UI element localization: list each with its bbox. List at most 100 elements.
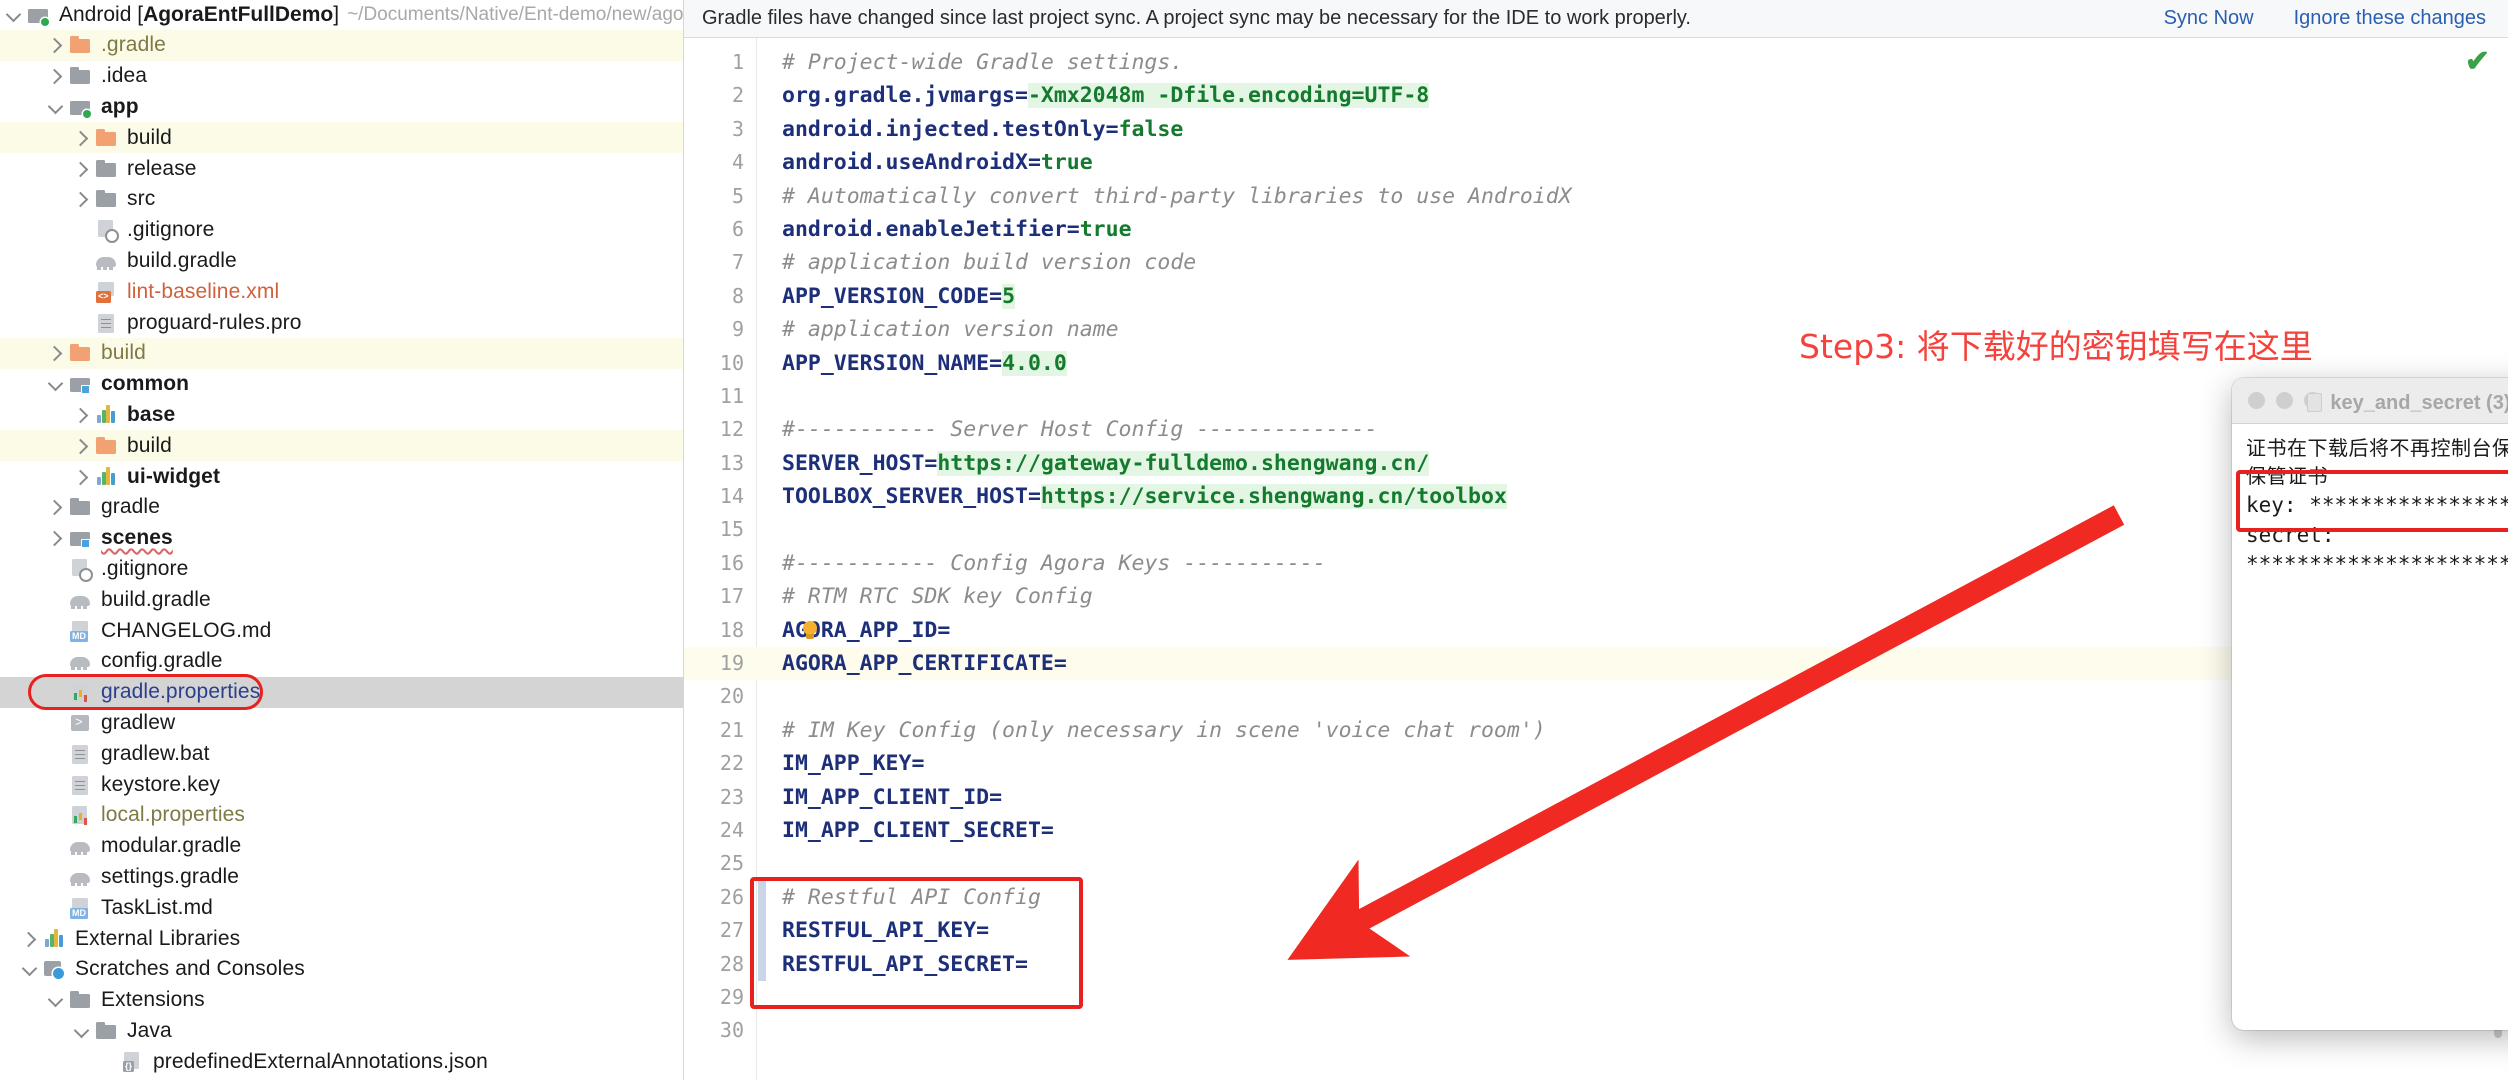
- tree-item-lint-baseline-xml[interactable]: lint-baseline.xml: [0, 276, 683, 307]
- tree-item-build-gradle[interactable]: build.gradle: [0, 246, 683, 277]
- chevron-down-icon[interactable]: [18, 957, 42, 981]
- code-line[interactable]: 3android.injected.testOnly=false: [684, 113, 2508, 146]
- project-root-row[interactable]: Android [AgoraEntFullDemo] ~/Documents/N…: [0, 0, 683, 30]
- tree-item-changelog-md[interactable]: CHANGELOG.md: [0, 615, 683, 646]
- chevron-right-icon[interactable]: [44, 33, 68, 57]
- code-text: # Automatically convert third-party libr…: [782, 180, 1572, 213]
- chevron-right-icon[interactable]: [18, 927, 42, 951]
- popup-text-content[interactable]: 证书在下载后将不再控制台保存或展示，请妥善保管证书 key: *********…: [2232, 424, 2508, 590]
- chevron-down-icon[interactable]: [70, 1019, 94, 1043]
- tree-item-label: build: [127, 434, 172, 458]
- properties-icon: [68, 680, 94, 704]
- popup-notice-line: 证书在下载后将不再控制台保存或展示，请妥善保管证书: [2246, 434, 2508, 491]
- code-line[interactable]: 2org.gradle.jvmargs=-Xmx2048m -Dfile.enc…: [684, 79, 2508, 112]
- tree-item-gradle[interactable]: gradle: [0, 492, 683, 523]
- code-text: #----------- Server Host Config --------…: [782, 413, 1377, 446]
- code-token-comment: #----------- Server Host Config --------…: [782, 417, 1377, 442]
- library-icon: [94, 403, 120, 427]
- line-number: 30: [684, 1014, 744, 1047]
- code-token-eq: =: [1028, 150, 1041, 175]
- tree-item-gradle-properties[interactable]: gradle.properties: [0, 677, 683, 708]
- text-editor-popup-window[interactable]: key_and_secret (3).txt — 已编辑 证书在下载后将不再控制…: [2232, 378, 2508, 1030]
- chevron-down-icon[interactable]: [44, 372, 68, 396]
- tree-item-tasklist-md[interactable]: TaskList.md: [0, 892, 683, 923]
- file-tree[interactable]: .gradle.ideaappbuildreleasesrc.gitignore…: [0, 30, 683, 1077]
- minimize-button[interactable]: [2276, 392, 2293, 409]
- tree-item-build[interactable]: build: [0, 338, 683, 369]
- zoom-button[interactable]: [2304, 392, 2321, 409]
- tree-item-app[interactable]: app: [0, 92, 683, 123]
- code-line[interactable]: 1# Project-wide Gradle settings.: [684, 46, 2508, 79]
- tree-item-label: .gradle: [101, 33, 166, 57]
- change-marker: [758, 881, 766, 914]
- chevron-right-icon[interactable]: [44, 526, 68, 550]
- tree-item-scratches-and-consoles[interactable]: Scratches and Consoles: [0, 954, 683, 985]
- code-token-key: RESTFUL_API_SECRET: [782, 952, 1015, 977]
- ignore-changes-link[interactable]: Ignore these changes: [2294, 7, 2486, 30]
- tree-item-scenes[interactable]: scenes: [0, 523, 683, 554]
- code-line[interactable]: 8APP_VERSION_CODE=5: [684, 280, 2508, 313]
- tree-spacer: [44, 711, 68, 735]
- code-line[interactable]: 5# Automatically convert third-party lib…: [684, 180, 2508, 213]
- properties-icon: [68, 803, 94, 827]
- code-token-key: APP_VERSION_CODE: [782, 284, 989, 309]
- tree-item-src[interactable]: src: [0, 184, 683, 215]
- project-root-label: Android [AgoraEntFullDemo]: [59, 3, 339, 27]
- code-token-eq: =: [989, 351, 1002, 376]
- tree-item-local-properties[interactable]: local.properties: [0, 800, 683, 831]
- tree-item-ui-widget[interactable]: ui-widget: [0, 461, 683, 492]
- chevron-right-icon[interactable]: [70, 434, 94, 458]
- code-token-val-hl: https://gateway-fulldemo.shengwang.cn/: [937, 451, 1429, 476]
- chevron-right-icon[interactable]: [44, 495, 68, 519]
- tree-item-settings-gradle[interactable]: settings.gradle: [0, 862, 683, 893]
- chevron-right-icon[interactable]: [70, 157, 94, 181]
- folder-orange-icon: [68, 341, 94, 365]
- tree-item-gradlew[interactable]: gradlew: [0, 708, 683, 739]
- tree-item--gitignore[interactable]: .gitignore: [0, 215, 683, 246]
- code-token-val: true: [1041, 150, 1093, 175]
- popup-titlebar[interactable]: key_and_secret (3).txt — 已编辑: [2232, 378, 2508, 424]
- chevron-right-icon[interactable]: [70, 187, 94, 211]
- tree-item-label: External Libraries: [75, 927, 240, 951]
- chevron-right-icon[interactable]: [44, 64, 68, 88]
- code-token-comment: # Restful API Config: [782, 885, 1041, 910]
- chevron-right-icon[interactable]: [70, 126, 94, 150]
- chevron-down-icon[interactable]: [2, 3, 26, 27]
- code-line[interactable]: 6android.enableJetifier=true: [684, 213, 2508, 246]
- code-token-eq: =: [924, 451, 937, 476]
- chevron-right-icon[interactable]: [70, 403, 94, 427]
- chevron-right-icon[interactable]: [70, 465, 94, 489]
- chevron-right-icon[interactable]: [44, 341, 68, 365]
- tree-item-release[interactable]: release: [0, 153, 683, 184]
- close-button[interactable]: [2248, 392, 2265, 409]
- tree-item-predefinedexternalannotations-json[interactable]: predefinedExternalAnnotations.json: [0, 1046, 683, 1077]
- chevron-down-icon[interactable]: [44, 95, 68, 119]
- tree-item-proguard-rules-pro[interactable]: proguard-rules.pro: [0, 307, 683, 338]
- line-number: 6: [684, 213, 744, 246]
- tree-item-keystore-key[interactable]: keystore.key: [0, 769, 683, 800]
- project-tree-panel[interactable]: Android [AgoraEntFullDemo] ~/Documents/N…: [0, 0, 684, 1080]
- tree-item--gradle[interactable]: .gradle: [0, 30, 683, 61]
- tree-item-build[interactable]: build: [0, 430, 683, 461]
- tree-item-common[interactable]: common: [0, 369, 683, 400]
- tree-item-build-gradle[interactable]: build.gradle: [0, 584, 683, 615]
- code-line[interactable]: 4android.useAndroidX=true: [684, 146, 2508, 179]
- tree-item--idea[interactable]: .idea: [0, 61, 683, 92]
- chevron-down-icon[interactable]: [44, 988, 68, 1012]
- md-icon: [68, 619, 94, 643]
- code-line[interactable]: 7# application build version code: [684, 246, 2508, 279]
- tree-item-config-gradle[interactable]: config.gradle: [0, 646, 683, 677]
- tree-item-gradlew-bat[interactable]: gradlew.bat: [0, 738, 683, 769]
- line-number: 11: [684, 380, 744, 413]
- tree-item-label: local.properties: [101, 803, 245, 827]
- tree-item-external-libraries[interactable]: External Libraries: [0, 923, 683, 954]
- tree-item-build[interactable]: build: [0, 122, 683, 153]
- tree-item--gitignore[interactable]: .gitignore: [0, 554, 683, 585]
- tree-item-base[interactable]: base: [0, 400, 683, 431]
- sync-now-link[interactable]: Sync Now: [2164, 7, 2254, 30]
- project-path-label: ~/Documents/Native/Ent-demo/new/agor: [347, 4, 684, 26]
- intention-bulb-icon[interactable]: [802, 621, 818, 641]
- tree-item-extensions[interactable]: Extensions: [0, 985, 683, 1016]
- tree-item-java[interactable]: Java: [0, 1016, 683, 1047]
- tree-item-modular-gradle[interactable]: modular.gradle: [0, 831, 683, 862]
